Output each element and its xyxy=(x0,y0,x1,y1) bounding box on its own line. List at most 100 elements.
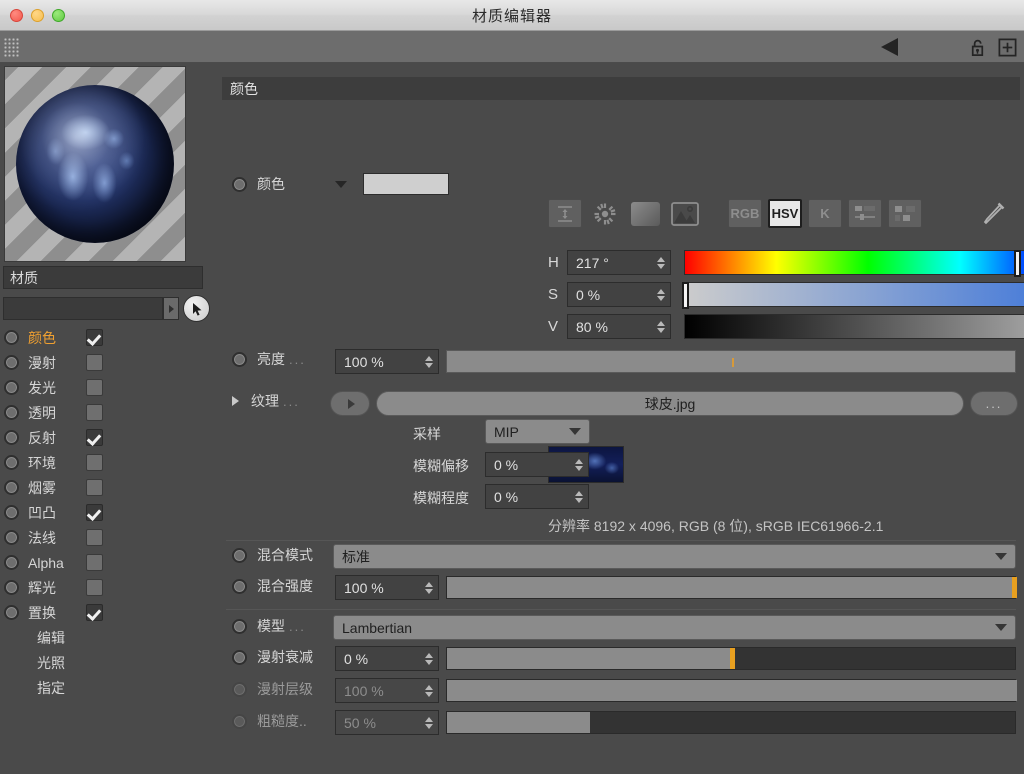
search-input[interactable] xyxy=(3,297,163,320)
channel-item-5[interactable]: 环境 xyxy=(0,450,218,475)
eyedropper-icon-button[interactable] xyxy=(976,199,1010,228)
channel-item-8[interactable]: 法线 xyxy=(0,525,218,550)
channel-checkbox[interactable] xyxy=(86,554,103,571)
plus-square-icon[interactable] xyxy=(997,37,1018,58)
channel-radio[interactable] xyxy=(4,355,19,370)
roughness-stepper[interactable] xyxy=(425,716,433,729)
diffuse-falloff-stepper[interactable] xyxy=(425,652,433,665)
channel-checkbox[interactable] xyxy=(86,354,103,371)
channel-item-3[interactable]: 透明 xyxy=(0,400,218,425)
sidebar-item-指定[interactable]: 指定 xyxy=(0,675,218,700)
blur-scale-stepper[interactable] xyxy=(575,490,583,503)
diffuse-level-stepper[interactable] xyxy=(425,684,433,697)
model-radio[interactable] xyxy=(232,618,247,634)
channel-item-11[interactable]: 置换 xyxy=(0,600,218,625)
blend-strength-slider[interactable] xyxy=(446,576,1017,599)
channel-checkbox[interactable] xyxy=(86,429,103,446)
channel-item-2[interactable]: 发光 xyxy=(0,375,218,400)
diffuse-level-input[interactable]: 100 % xyxy=(335,678,439,703)
channel-radio[interactable] xyxy=(4,505,19,520)
blend-mode-radio[interactable] xyxy=(232,547,247,563)
channel-radio[interactable] xyxy=(4,430,19,445)
hue-input[interactable]: 217 ° xyxy=(567,250,671,275)
range-icon-button[interactable] xyxy=(548,199,582,228)
color-channel-radio[interactable] xyxy=(232,176,247,192)
material-preview[interactable] xyxy=(4,66,186,262)
channel-radio[interactable] xyxy=(4,530,19,545)
blur-offset-input[interactable]: 0 % xyxy=(485,452,589,477)
roughness-radio[interactable] xyxy=(232,713,247,729)
channel-radio[interactable] xyxy=(4,455,19,470)
saturation-slider-handle[interactable] xyxy=(682,282,689,309)
channel-radio[interactable] xyxy=(4,580,19,595)
value-input[interactable]: 80 % xyxy=(567,314,671,339)
color-row-caret-icon[interactable] xyxy=(335,180,347,188)
blend-strength-handle[interactable] xyxy=(1012,577,1017,598)
hue-slider[interactable] xyxy=(684,250,1024,277)
channel-item-6[interactable]: 烟雾 xyxy=(0,475,218,500)
material-name-field[interactable]: 材质 xyxy=(3,266,203,289)
channel-item-10[interactable]: 辉光 xyxy=(0,575,218,600)
channel-checkbox[interactable] xyxy=(86,529,103,546)
saturation-input[interactable]: 0 % xyxy=(567,282,671,307)
hue-slider-handle[interactable] xyxy=(1014,250,1022,277)
channel-checkbox[interactable] xyxy=(86,329,103,346)
channel-checkbox[interactable] xyxy=(86,604,103,621)
channel-radio[interactable] xyxy=(4,555,19,570)
back-triangle-icon[interactable] xyxy=(881,38,898,56)
brightness-input[interactable]: 100 % xyxy=(335,349,439,374)
hue-stepper[interactable] xyxy=(657,256,665,269)
blur-offset-stepper[interactable] xyxy=(575,458,583,471)
mixer-icon-button[interactable] xyxy=(848,199,882,228)
channel-item-7[interactable]: 凹凸 xyxy=(0,500,218,525)
diffuse-falloff-handle[interactable] xyxy=(730,648,735,669)
diffuse-level-radio[interactable] xyxy=(232,681,247,697)
search-dropdown-button[interactable] xyxy=(163,297,179,320)
blend-strength-stepper[interactable] xyxy=(425,581,433,594)
channel-checkbox[interactable] xyxy=(86,404,103,421)
channel-checkbox[interactable] xyxy=(86,479,103,496)
color-wheel-icon-button[interactable] xyxy=(588,199,622,228)
channel-radio[interactable] xyxy=(4,605,19,620)
diffuse-level-slider[interactable] xyxy=(446,679,1017,702)
selection-arrow-button[interactable] xyxy=(183,295,210,322)
sampling-dropdown[interactable]: MIP xyxy=(485,419,590,444)
brightness-slider[interactable] xyxy=(446,350,1016,373)
model-dropdown[interactable]: Lambertian xyxy=(333,615,1016,640)
channel-checkbox[interactable] xyxy=(86,379,103,396)
color-swatch[interactable] xyxy=(363,173,449,195)
channel-radio[interactable] xyxy=(4,330,19,345)
gradient-icon-button[interactable] xyxy=(628,199,662,228)
texture-file-field[interactable]: 球皮.jpg xyxy=(376,391,964,416)
texture-menu-button[interactable] xyxy=(330,391,370,416)
texture-browse-button[interactable]: ... xyxy=(970,391,1018,416)
diffuse-falloff-input[interactable]: 0 % xyxy=(335,646,439,671)
roughness-input[interactable]: 50 % xyxy=(335,710,439,735)
value-slider[interactable] xyxy=(684,314,1024,339)
value-stepper[interactable] xyxy=(657,320,665,333)
channel-item-4[interactable]: 反射 xyxy=(0,425,218,450)
blur-scale-input[interactable]: 0 % xyxy=(485,484,589,509)
brightness-radio[interactable] xyxy=(232,351,247,367)
diffuse-falloff-slider[interactable] xyxy=(446,647,1016,670)
channel-item-9[interactable]: Alpha xyxy=(0,550,218,575)
swatches-icon-button[interactable] xyxy=(888,199,922,228)
channel-checkbox[interactable] xyxy=(86,579,103,596)
channel-radio[interactable] xyxy=(4,405,19,420)
diffuse-falloff-radio[interactable] xyxy=(232,649,247,665)
blend-strength-input[interactable]: 100 % xyxy=(335,575,439,600)
saturation-slider[interactable] xyxy=(682,282,1024,309)
blend-strength-radio[interactable] xyxy=(232,578,247,594)
rgb-mode-button[interactable]: RGB xyxy=(728,199,762,228)
channel-checkbox[interactable] xyxy=(86,504,103,521)
blend-mode-dropdown[interactable]: 标准 xyxy=(333,544,1016,569)
sidebar-item-编辑[interactable]: 编辑 xyxy=(0,625,218,650)
brightness-stepper[interactable] xyxy=(425,355,433,368)
image-icon-button[interactable] xyxy=(668,199,702,228)
channel-checkbox[interactable] xyxy=(86,454,103,471)
channel-item-0[interactable]: 颜色 xyxy=(0,325,218,350)
hsv-mode-button[interactable]: HSV xyxy=(768,199,802,228)
drag-grip-icon[interactable] xyxy=(4,36,20,57)
sidebar-item-光照[interactable]: 光照 xyxy=(0,650,218,675)
roughness-slider[interactable] xyxy=(446,711,1016,734)
